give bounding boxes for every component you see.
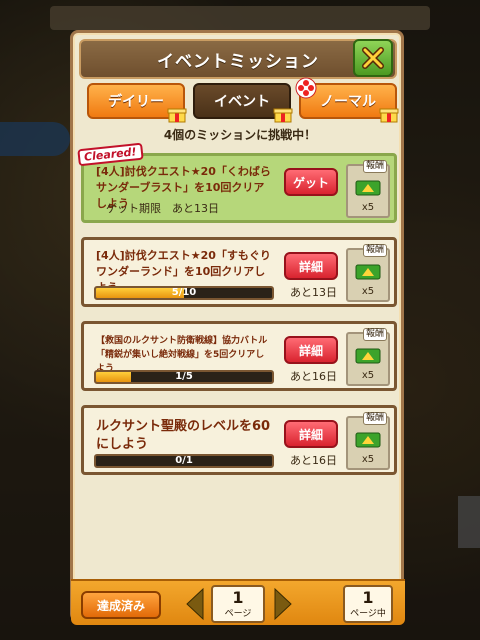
remaining-days: あと16日 [290,370,337,383]
remaining-days: あと13日 [290,286,337,299]
ticket-icon [355,348,381,364]
reward-count: x5 [361,454,375,465]
reward-label: 報酬 [363,412,388,425]
ticket-icon [355,264,381,280]
reward-count: x5 [361,370,375,381]
claim-deadline: ゲット期限 あと13日 [106,202,219,215]
reward-box: 報酬 x5 [346,412,390,470]
progress-bar: 1/5 [94,370,274,384]
progress-label: 5/10 [171,287,197,298]
ticket-icon [355,432,381,448]
page-indicator: 1 ページ [211,585,265,623]
tab-event-label: イベント [214,94,270,110]
mission-panel: イベントミッション デイリー イベント ノーマル 4個のミッションに挑戦中！ C… [70,30,405,625]
details-button[interactable]: 詳細 [284,336,338,364]
reward-count: x5 [361,286,375,297]
reward-label: 報酬 [363,328,388,341]
gift-icon [379,108,399,123]
reward-label: 報酬 [363,160,388,173]
mission-card: 【救国のルクサント防衛戦線】協力バトル「精鋭が集いし絶対戦線」を5回クリアしよう… [81,321,397,391]
reward-box: 報酬 x5 [346,160,390,218]
progress-label: 1/5 [175,371,193,382]
panel-title: イベントミッション [79,39,397,79]
progress-bar: 0/1 [94,454,274,468]
page-number: 1 [232,588,244,607]
remaining-days: あと16日 [290,454,337,467]
reward-box: 報酬 x5 [346,328,390,386]
mission-card: Cleared! [4人]討伐クエスト★20「くわばらサンダーブラスト」を10回… [77,142,397,223]
tab-event[interactable]: イベント [193,83,293,123]
reward-count: x5 [361,202,375,213]
total-page-unit-label: ページ中 [350,609,386,619]
progress-bar: 5/10 [94,286,274,300]
close-button[interactable] [353,39,393,77]
mission-card: [4人]討伐クエスト★20「すもぐりワンダーランド」を10回クリアしよう 5/1… [81,237,397,307]
tab-daily-label: デイリー [108,94,164,110]
panel-footer: 達成済み 1 ページ 1 ページ中 [71,579,405,625]
reward-label: 報酬 [363,244,388,257]
get-button[interactable]: ゲット [284,168,338,196]
total-pages-indicator: 1 ページ中 [343,585,393,623]
close-icon [362,47,384,69]
details-button[interactable]: 詳細 [284,420,338,448]
mission-card: ルクサント聖殿のレベルを60にしよう 0/1 詳細 あと16日 報酬 x5 [81,405,397,475]
cleared-badge: Cleared! [77,142,144,167]
gift-icon [273,108,293,123]
next-page-arrow-icon[interactable] [273,587,293,621]
reward-box: 報酬 x5 [346,244,390,302]
page-unit-label: ページ [224,609,252,619]
progress-label: 0/1 [175,455,193,466]
mission-description: ルクサント聖殿のレベルを60にしよう [96,419,271,452]
background-right-arrow [458,496,480,548]
details-button[interactable]: 詳細 [284,252,338,280]
tab-daily[interactable]: デイリー [87,83,187,123]
total-page-number: 1 [362,588,374,607]
ticket-icon [355,180,381,196]
challenge-count-text: 4個のミッションに挑戦中！ [163,128,317,142]
tab-normal[interactable]: ノーマル [295,77,399,123]
tab-bar: デイリー イベント ノーマル [85,77,399,123]
background-banner [50,6,430,30]
flower-badge-icon [295,77,317,99]
completed-missions-button[interactable]: 達成済み [81,591,161,619]
tab-normal-label: ノーマル [320,94,376,110]
previous-page-arrow-icon[interactable] [185,587,205,621]
gift-icon [167,108,187,123]
background-side-button [0,122,70,156]
